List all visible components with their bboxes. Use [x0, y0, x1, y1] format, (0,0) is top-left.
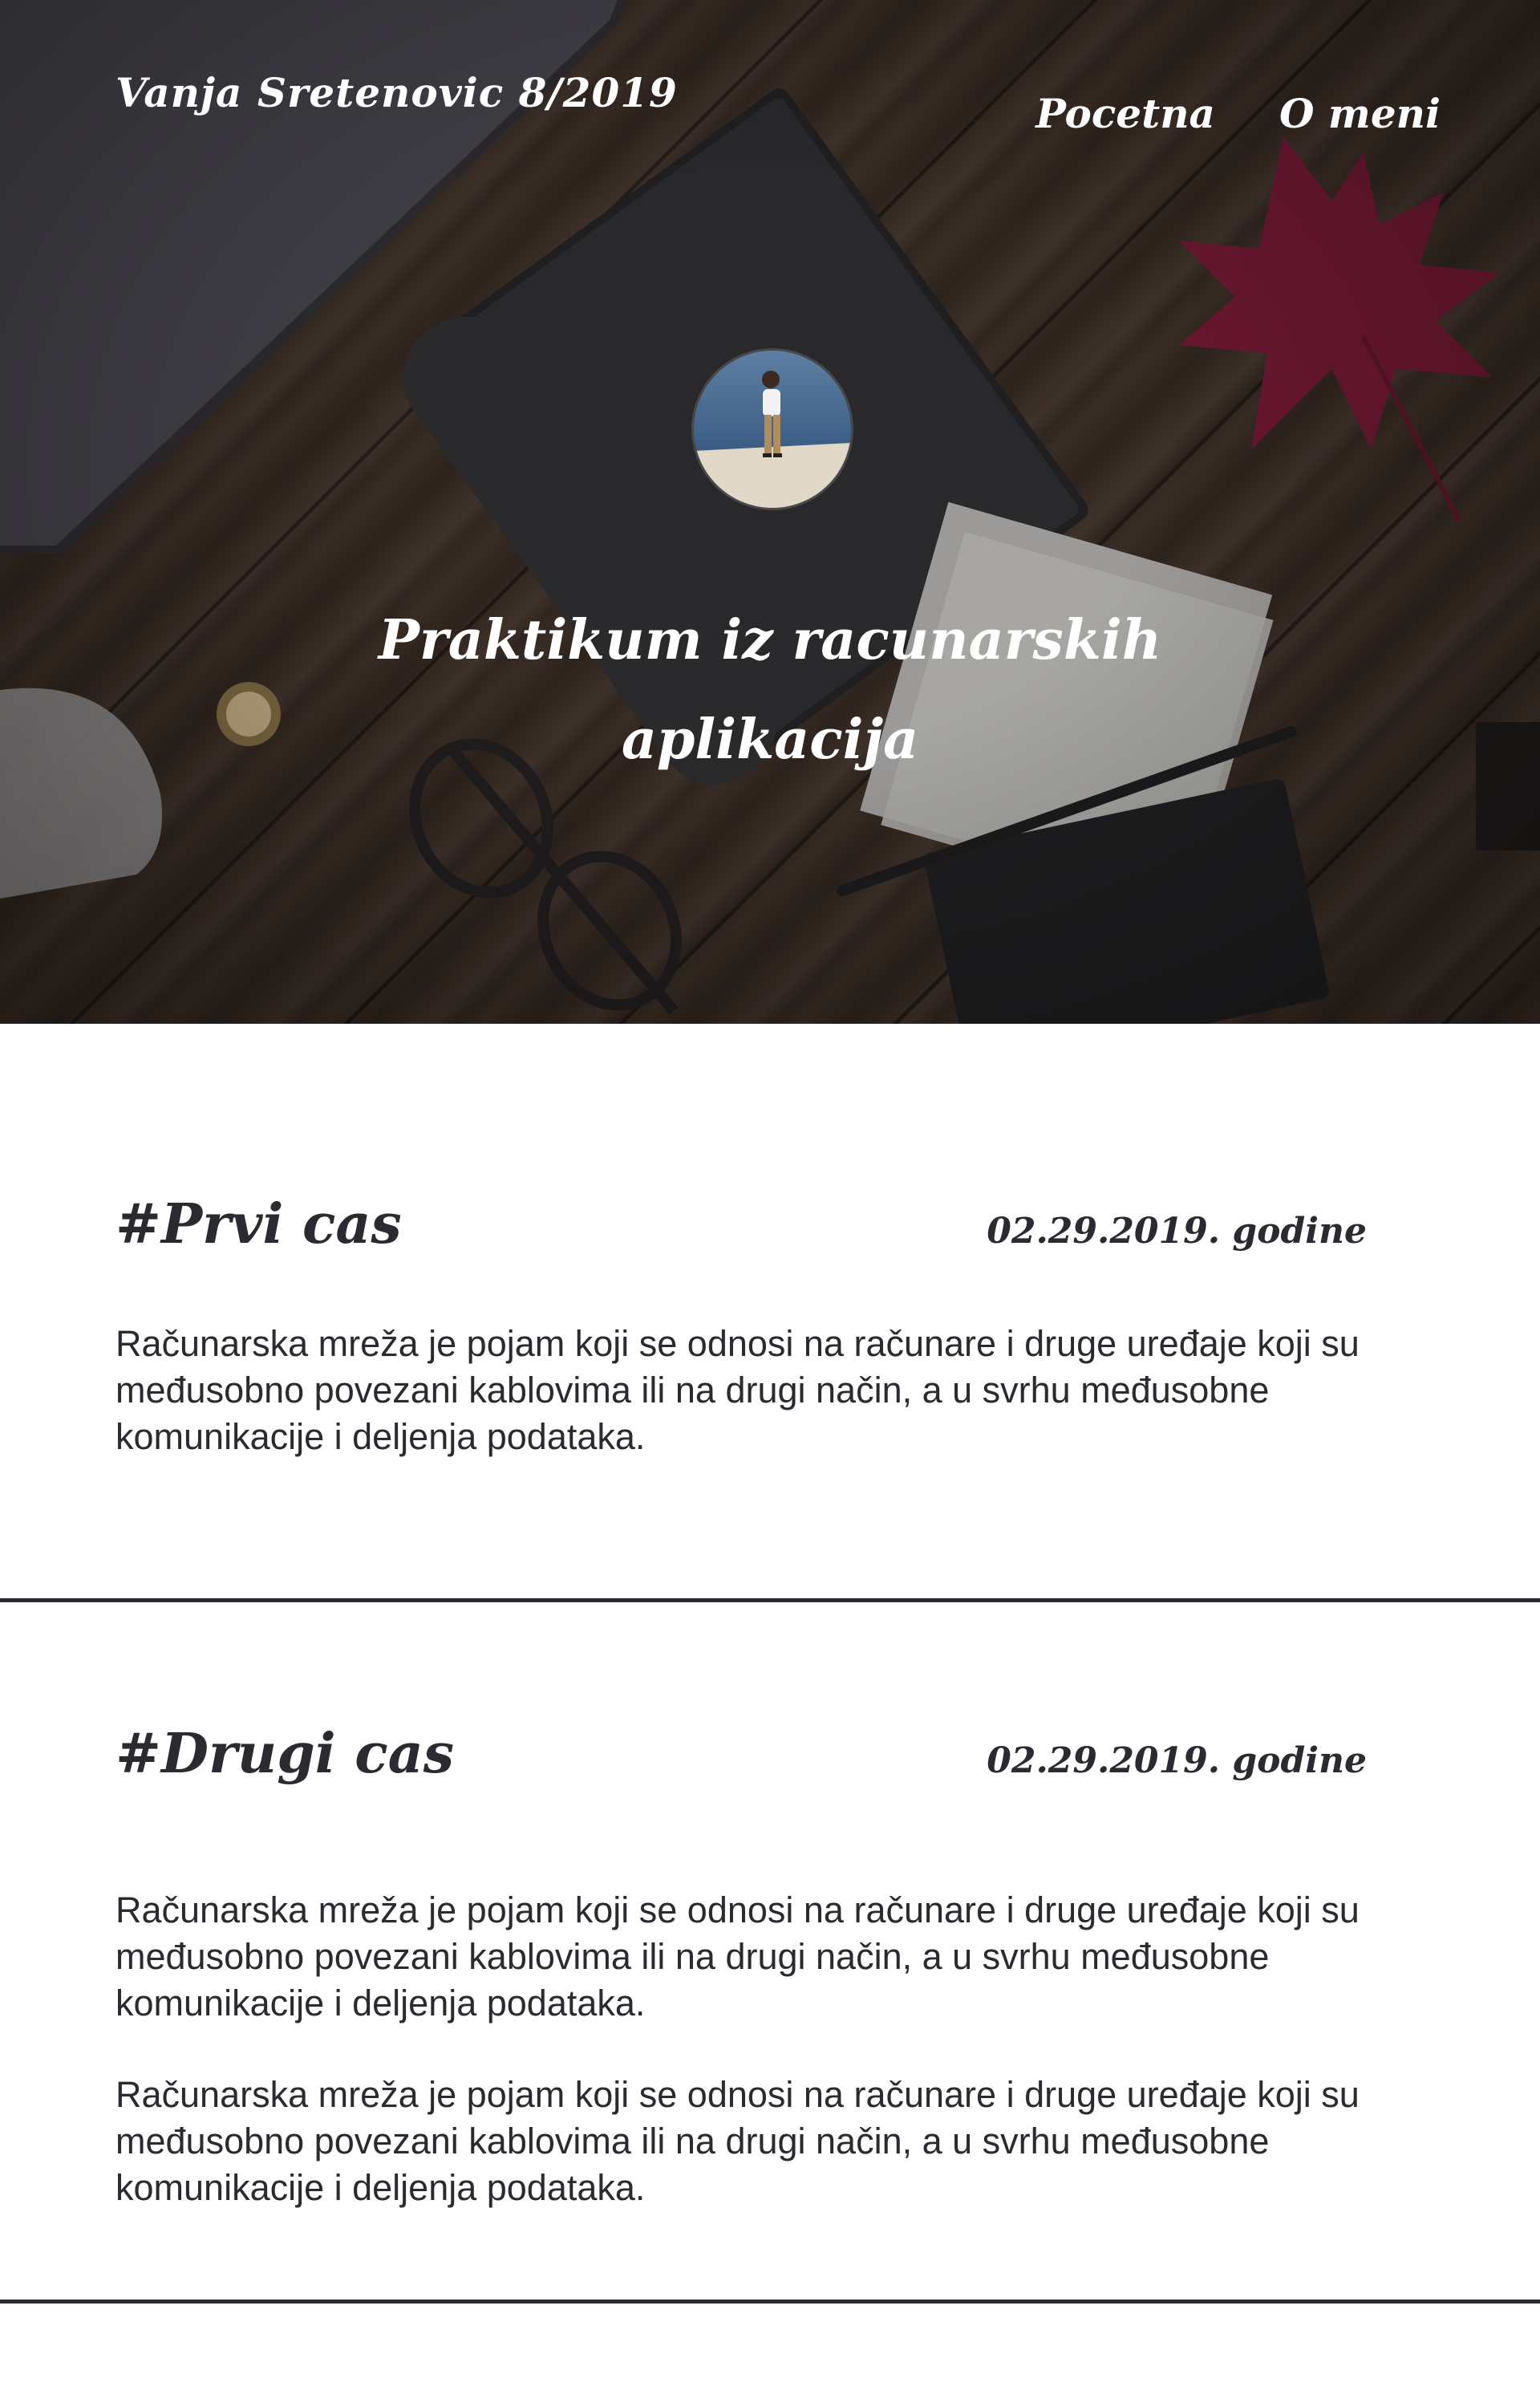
page: Vanja Sretenovic 8/2019 Pocetna O meni P… — [0, 0, 1540, 2407]
post-header: #Drugi cas 02.29.2019. godine — [116, 1722, 1367, 1786]
main-nav: Pocetna O meni — [1035, 90, 1441, 137]
hero-overlay — [0, 0, 1540, 1024]
site-brand[interactable]: Vanja Sretenovic 8/2019 — [116, 69, 678, 116]
post-date: 02.29.2019. godine — [987, 1211, 1367, 1252]
post-header: #Prvi cas 02.29.2019. godine — [116, 1192, 1367, 1256]
avatar — [691, 348, 853, 510]
nav-link-pocetna[interactable]: Pocetna — [1035, 90, 1215, 137]
post-paragraph: Računarska mreža je pojam koji se odnosi… — [116, 1889, 1360, 2023]
post-paragraph: Računarska mreža je pojam koji se odnosi… — [116, 2074, 1360, 2208]
section-divider — [0, 1598, 1540, 1602]
hero-title: Praktikum iz racunarskih aplikacija — [378, 607, 1162, 772]
post-prvi-cas: #Prvi cas 02.29.2019. godine Računarska … — [0, 1024, 1540, 1601]
post-title[interactable]: #Drugi cas — [116, 1722, 454, 1786]
hero-banner: Vanja Sretenovic 8/2019 Pocetna O meni P… — [0, 0, 1540, 1024]
section-divider — [0, 2299, 1540, 2303]
post-date: 02.29.2019. godine — [987, 1740, 1367, 1781]
post-drugi-cas: #Drugi cas 02.29.2019. godine Računarska… — [0, 1605, 1540, 2304]
post-paragraph: Računarska mreža je pojam koji se odnosi… — [116, 1323, 1360, 1457]
post-body: Računarska mreža je pojam koji se odnosi… — [116, 1887, 1383, 2256]
post-title[interactable]: #Prvi cas — [116, 1192, 402, 1256]
post-body: Računarska mreža je pojam koji se odnosi… — [116, 1321, 1383, 1505]
nav-link-o-meni[interactable]: O meni — [1279, 90, 1441, 137]
